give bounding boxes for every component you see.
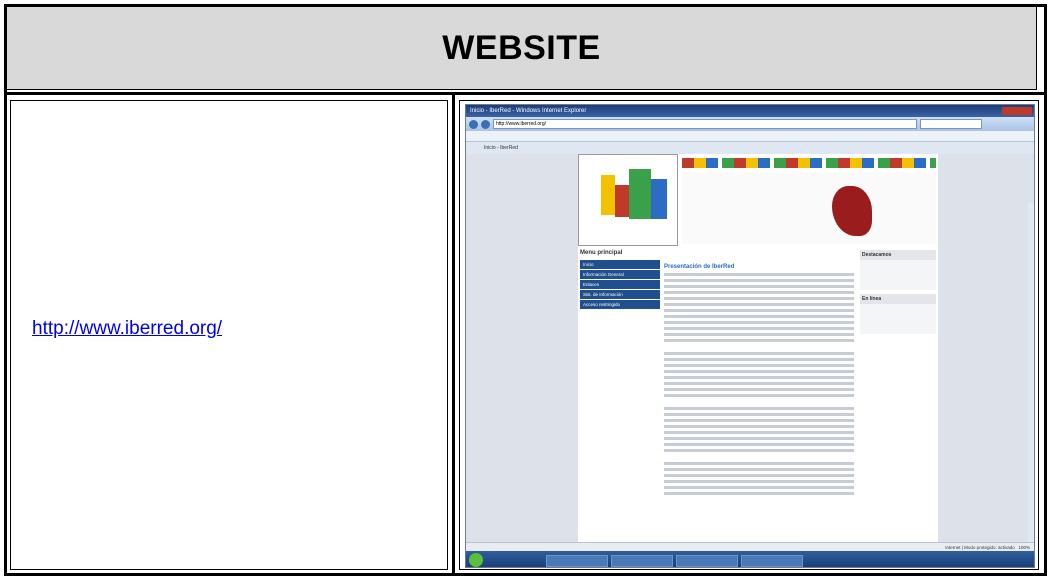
browser-status-bar: Internet | Modo protegido: activado 100%: [466, 542, 1034, 551]
menu-item: Información General: [580, 270, 660, 279]
website-link[interactable]: http://www.iberred.org/: [32, 318, 222, 340]
browser-title-bar: Inicio - IberRed - Windows Internet Expl…: [466, 105, 1034, 117]
google-toolbar: [466, 131, 1034, 142]
browser-window-title: Inicio - IberRed - Windows Internet Expl…: [470, 108, 587, 114]
browser-scrollbar: [1028, 203, 1034, 567]
menu-item: Acceso restringido: [580, 300, 660, 309]
content-heading: Presentación de IberRed: [664, 264, 735, 270]
status-text: Internet | Modo protegido: activado: [945, 545, 1015, 550]
website-screenshot: Inicio - IberRed - Windows Internet Expl…: [465, 104, 1035, 568]
iberred-logo: [578, 154, 678, 246]
zoom-level: 100%: [1018, 545, 1030, 550]
browser-tab: Inicio - IberRed: [484, 145, 518, 151]
flags-banner: [682, 158, 936, 168]
page-title: WEBSITE: [442, 28, 601, 67]
browser-address-row: http://www.iberred.org/: [466, 117, 1034, 131]
menu-item: Sist. de Información: [580, 290, 660, 299]
menu-item: Inicio: [580, 260, 660, 269]
browser-search-box: [920, 119, 982, 129]
back-icon: [469, 119, 478, 129]
world-map-image: [682, 172, 936, 244]
sidebar-heading: Destacamos: [860, 250, 936, 260]
site-content: Presentación de IberRed: [664, 254, 854, 554]
forward-icon: [481, 119, 490, 129]
divider-vertical: [452, 95, 455, 576]
menu-item: Enlaces: [580, 280, 660, 289]
browser-viewport: Menu principal Inicio Información Genera…: [466, 154, 1034, 567]
window-controls: [1002, 107, 1032, 115]
site-page: Menu principal Inicio Información Genera…: [578, 154, 938, 556]
divider-horizontal: [4, 92, 1047, 95]
menu-title: Menu principal: [580, 250, 623, 256]
header-cell: WEBSITE: [6, 6, 1037, 90]
start-button-icon: [469, 553, 483, 567]
site-main-menu: Menu principal Inicio Información Genera…: [580, 250, 660, 346]
sidebar-heading-online: En línea: [860, 294, 936, 304]
site-sidebar: Destacamos En línea: [860, 250, 936, 390]
address-bar: http://www.iberred.org/: [493, 119, 917, 129]
windows-taskbar: [466, 551, 1034, 567]
